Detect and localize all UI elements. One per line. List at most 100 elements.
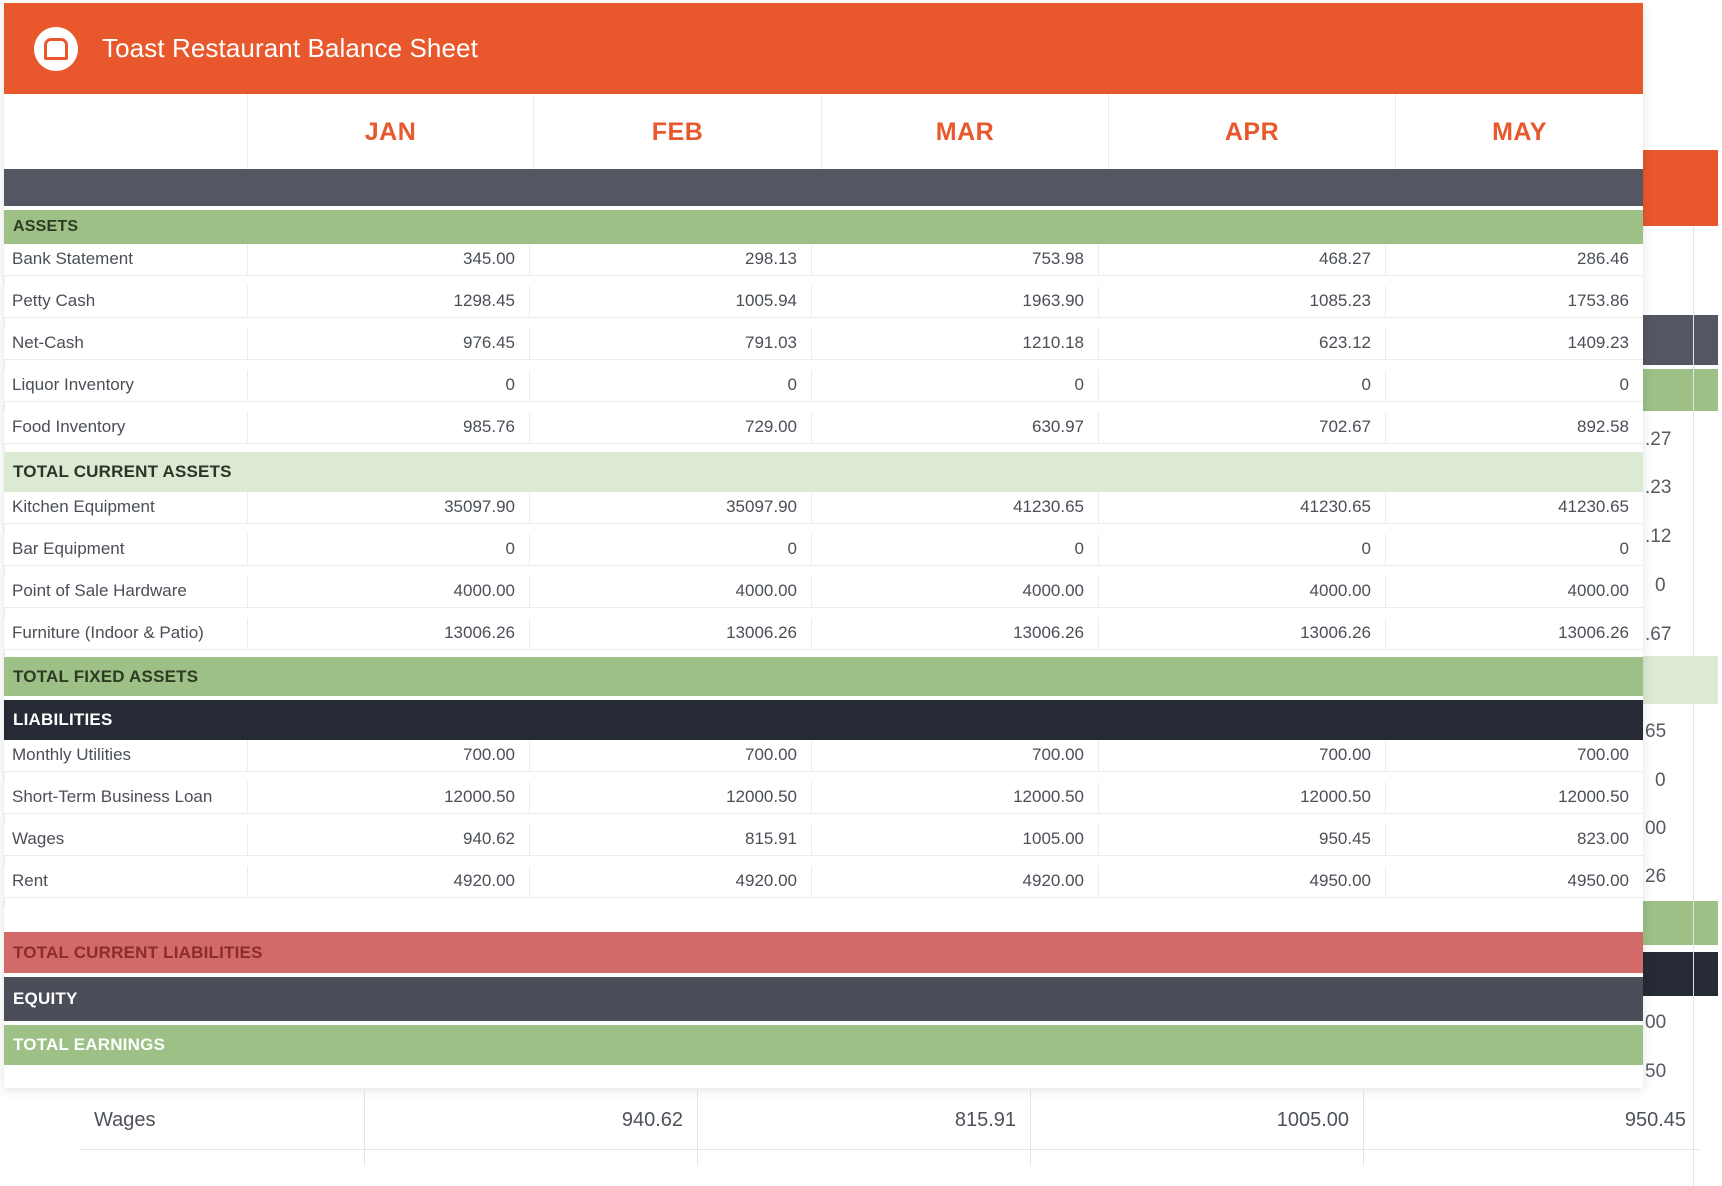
section-assets: ASSETS <box>4 210 1643 244</box>
value-cell: 729.00 <box>529 412 811 444</box>
background-cell-fragment: 00 <box>1645 1012 1667 1033</box>
value-cell: 791.03 <box>529 328 811 360</box>
table-row: Furniture (Indoor & Patio) 13006.26 13006.… <box>4 618 1643 660</box>
section-label: TOTAL CURRENT LIABILITIES <box>13 942 263 962</box>
background-cell-fragment: 65 <box>1645 721 1667 742</box>
background-sheet-band <box>1643 901 1718 945</box>
value-cell: 1753.86 <box>1385 286 1643 318</box>
background-row-value: 940.62 <box>364 1091 697 1149</box>
row-tail-cell <box>4 897 247 908</box>
value-cell: 13006.26 <box>1098 618 1385 650</box>
value-cell: 13006.26 <box>811 618 1098 650</box>
value-cell: 700.00 <box>1098 740 1385 772</box>
background-cell-fragment: 50 <box>1645 1061 1667 1082</box>
row-label: Liquor Inventory <box>4 370 247 402</box>
table-row: Short-Term Business Loan 12000.50 12000.50… <box>4 782 1643 824</box>
row-tail-cell <box>4 771 247 782</box>
value-cell: 753.98 <box>811 244 1098 276</box>
row-label: Short-Term Business Loan <box>4 782 247 814</box>
row-tail-cell <box>4 813 247 824</box>
header-divider-band <box>4 169 1643 206</box>
value-cell: 12000.50 <box>811 782 1098 814</box>
value-cell: 700.00 <box>1385 740 1643 772</box>
table-row: Liquor Inventory 0 0 0 0 0 <box>4 370 1643 412</box>
section-total-earnings: TOTAL EARNINGS <box>4 1025 1643 1065</box>
value-cell: 1409.23 <box>1385 328 1643 360</box>
section-total-fixed-assets: TOTAL FIXED ASSETS <box>4 657 1643 696</box>
background-sheet-band <box>1643 952 1718 996</box>
month-label: JAN <box>364 117 417 146</box>
background-row-value: 1005.00 <box>1030 1091 1363 1149</box>
section-liabilities: LIABILITIES <box>4 700 1643 740</box>
toast-logo-icon <box>34 26 78 71</box>
section-label: TOTAL EARNINGS <box>13 1035 166 1054</box>
section-total-current-assets: TOTAL CURRENT ASSETS <box>4 452 1643 492</box>
background-cell-fragment: 0 <box>1655 575 1666 596</box>
value-cell: 823.00 <box>1385 824 1643 856</box>
row-tail-cell <box>4 359 247 370</box>
background-row-label: Wages <box>94 1108 156 1131</box>
table-row: Net-Cash 976.45 791.03 1210.18 623.12 1409.23 <box>4 328 1643 370</box>
value-cell: 35097.90 <box>529 492 811 524</box>
background-table-row <box>80 1150 1700 1166</box>
balance-sheet: Toast Restaurant Balance Sheet JAN FEB M… <box>4 3 1643 1088</box>
table-row: Rent 4920.00 4920.00 4920.00 4950.00 4950.00 <box>4 866 1643 908</box>
background-sheet-divider <box>1693 226 1694 1186</box>
section-equity: EQUITY <box>4 977 1643 1021</box>
value-cell: 1963.90 <box>811 286 1098 318</box>
value-cell: 12000.50 <box>529 782 811 814</box>
header-blank-cell <box>4 94 247 170</box>
value-cell: 0 <box>529 370 811 402</box>
value-cell: 345.00 <box>247 244 529 276</box>
value-cell: 976.45 <box>247 328 529 360</box>
table-row: Bar Equipment 0 0 0 0 0 <box>4 534 1643 576</box>
background-cell-fragment: .12 <box>1645 526 1672 547</box>
value-cell: 4920.00 <box>811 866 1098 898</box>
row-tail-cell <box>4 523 247 534</box>
row-label: Wages <box>4 824 247 856</box>
background-cell-fragment: .27 <box>1645 429 1672 450</box>
value-cell: 4000.00 <box>529 576 811 608</box>
month-header: MAY <box>1395 94 1643 170</box>
row-tail-cell <box>4 317 247 328</box>
value-cell: 630.97 <box>811 412 1098 444</box>
value-cell: 298.13 <box>529 244 811 276</box>
value-cell: 892.58 <box>1385 412 1643 444</box>
value-cell: 1298.45 <box>247 286 529 318</box>
background-sheet-band <box>1643 656 1718 704</box>
value-cell: 1005.94 <box>529 286 811 318</box>
value-cell: 0 <box>1385 370 1643 402</box>
value-cell: 0 <box>1098 534 1385 566</box>
table-row: Petty Cash 1298.45 1005.94 1963.90 1085.23 17… <box>4 286 1643 328</box>
table-row: Food Inventory 985.76 729.00 630.97 702.67 89… <box>4 412 1643 454</box>
value-cell: 4000.00 <box>811 576 1098 608</box>
section-total-current-liabilities: TOTAL CURRENT LIABILITIES <box>4 932 1643 973</box>
value-cell: 0 <box>811 370 1098 402</box>
section-label: TOTAL FIXED ASSETS <box>13 666 199 686</box>
row-tail-cell <box>4 565 247 576</box>
value-cell: 13006.26 <box>1385 618 1643 650</box>
background-cell-fragment: 26 <box>1645 866 1667 887</box>
row-label: Rent <box>4 866 247 898</box>
background-cell-fragment: .23 <box>1645 477 1672 498</box>
background-row-value: 950.45 <box>1363 1091 1700 1149</box>
value-cell: 0 <box>247 370 529 402</box>
row-label: Bar Equipment <box>4 534 247 566</box>
value-cell: 815.91 <box>529 824 811 856</box>
row-tail-cell <box>4 607 247 618</box>
month-label: APR <box>1224 117 1280 146</box>
background-cell-fragment: 00 <box>1645 818 1667 839</box>
section-label: TOTAL CURRENT ASSETS <box>13 462 232 481</box>
value-cell: 286.46 <box>1385 244 1643 276</box>
section-label: LIABILITIES <box>13 710 113 729</box>
month-header-row: JAN FEB MAR APR MAY <box>4 94 1643 170</box>
value-cell: 0 <box>247 534 529 566</box>
sheet-header: Toast Restaurant Balance Sheet <box>4 3 1643 94</box>
value-cell: 4000.00 <box>1098 576 1385 608</box>
value-cell: 41230.65 <box>1098 492 1385 524</box>
sheet-title: Toast Restaurant Balance Sheet <box>102 33 478 63</box>
value-cell: 12000.50 <box>1385 782 1643 814</box>
background-sheet-band <box>1643 315 1718 365</box>
row-tail-cell <box>4 855 247 866</box>
value-cell: 623.12 <box>1098 328 1385 360</box>
